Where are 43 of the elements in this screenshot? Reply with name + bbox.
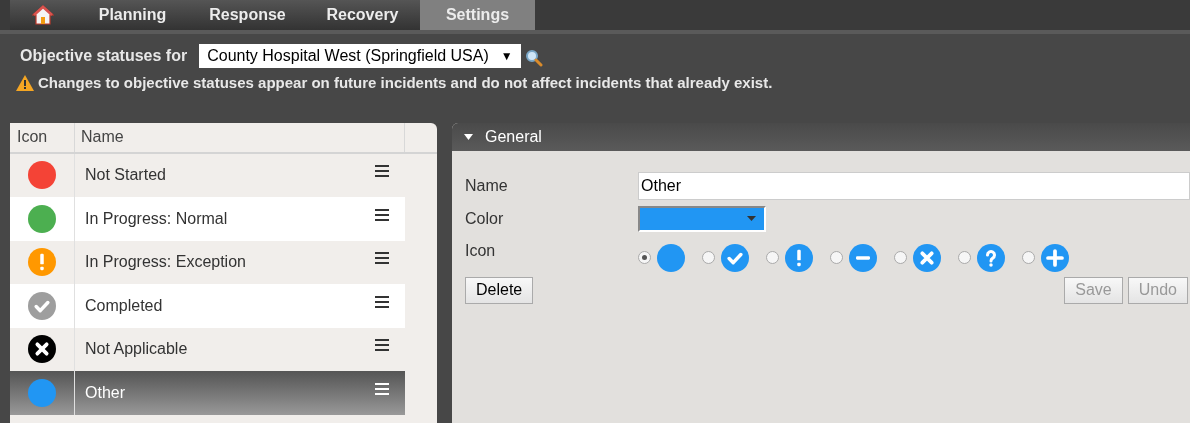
drag-handle-icon[interactable] [375,382,389,395]
search-icon[interactable] [524,49,543,67]
icon-label: Icon [465,240,497,261]
radio-button[interactable] [958,251,971,264]
home-icon [31,5,54,25]
status-name: Completed [85,295,164,316]
radio-button[interactable] [766,251,779,264]
status-name: Not Started [85,165,167,186]
tab[interactable]: Planning [75,0,190,30]
status-name: Not Applicable [85,339,189,360]
radio-button[interactable] [830,251,843,264]
column-header: Name [75,122,405,152]
drag-handle-icon[interactable] [375,165,389,178]
caret-icon [747,216,756,221]
drag-handle-icon[interactable] [375,208,389,221]
caret-icon [464,133,473,140]
drag-handle-icon[interactable] [375,339,389,352]
radio-button[interactable] [702,251,715,264]
radio-button[interactable] [638,251,651,264]
drag-handle-icon[interactable] [375,295,389,308]
name-label: Name [465,175,509,196]
delete-button[interactable]: Delete [465,276,534,304]
status-row[interactable]: In Progress: Normal [10,197,405,241]
status-name: In Progress: Normal [85,208,229,229]
name-field[interactable]: Other [638,171,1190,200]
general-section-header[interactable]: General [452,122,1190,151]
status-name: Other [85,382,126,403]
hospital-dropdown[interactable]: County Hospital West (Springfield USA) ▼ [199,44,521,68]
filter-label: Objective statuses for [20,46,188,66]
status-row[interactable]: Other [10,371,405,415]
color-dropdown[interactable] [638,205,766,232]
color-label: Color [465,208,505,229]
status-name: In Progress: Exception [85,252,247,273]
radio-button[interactable] [894,251,907,264]
column-header: Icon [10,122,75,152]
drag-handle-icon[interactable] [375,252,389,265]
warning-text: Changes to objective statuses appear on future incidents and do not affect incidents that already exist. [38,73,773,93]
radio-button[interactable] [1022,251,1035,264]
status-row[interactable]: Completed [10,284,405,328]
tab[interactable]: Response [190,0,305,30]
tab[interactable]: Recovery [305,0,420,30]
warning-icon [16,75,34,92]
home-tab[interactable] [10,0,75,30]
